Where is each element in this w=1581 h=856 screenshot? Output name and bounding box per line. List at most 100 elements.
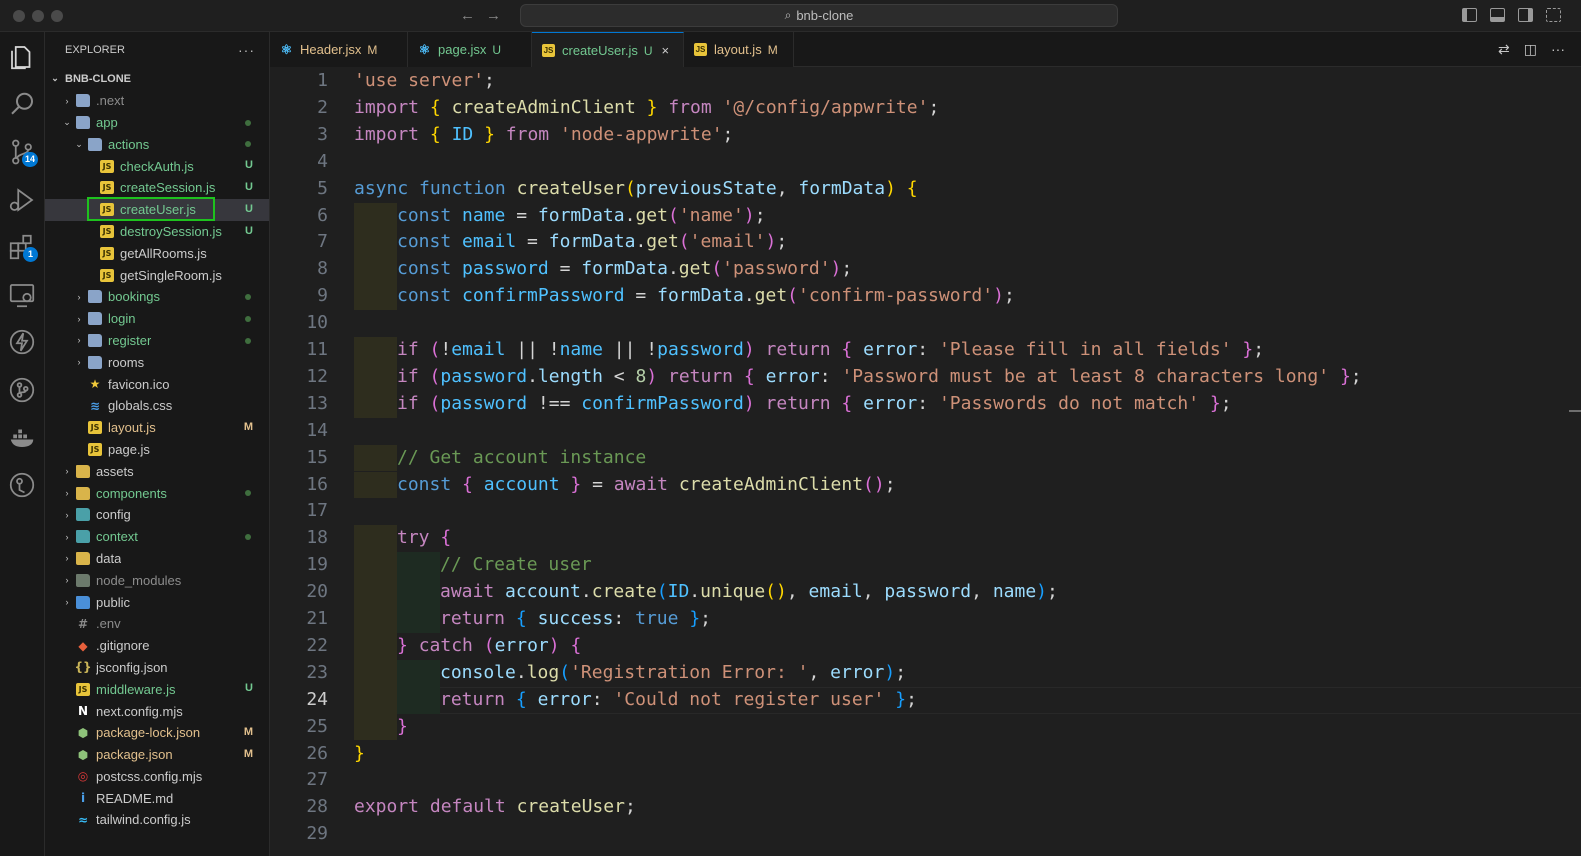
code-line[interactable]: 26}	[270, 741, 1581, 768]
tree-folder[interactable]: ⌄ actions	[45, 133, 269, 155]
code-line[interactable]: 5 async function createUser(previousState…	[270, 176, 1581, 203]
tree-file[interactable]: ◎ postcss.config.mjs	[45, 766, 269, 788]
tree-file[interactable]: JS getSingleRoom.js	[45, 264, 269, 286]
code-line[interactable]: 14	[270, 418, 1581, 445]
forward-arrow-icon[interactable]: →	[486, 7, 501, 24]
tree-folder[interactable]: › bookings	[45, 286, 269, 308]
tree-file[interactable]: JS destroySession.js U	[45, 221, 269, 243]
toggle-panel-icon[interactable]	[1490, 8, 1505, 22]
close-window-button[interactable]	[13, 10, 25, 22]
command-center-search[interactable]: ⌕ bnb-clone	[520, 4, 1118, 27]
code-line[interactable]: 3 import { ID } from 'node-appwrite';	[270, 122, 1581, 149]
code-line[interactable]: 23 console.log('Registration Error: ', er…	[270, 659, 1581, 687]
code-line[interactable]: 20 await account.create(ID.unique(), emai…	[270, 579, 1581, 606]
code-token: ;	[700, 608, 711, 629]
customize-layout-icon[interactable]	[1546, 8, 1561, 22]
code-line[interactable]: 8 const password = formData.get('password…	[270, 256, 1581, 284]
line-number: 19	[306, 554, 328, 576]
code-line[interactable]: 9 const confirmPassword = formData.get('c…	[270, 283, 1581, 311]
tree-file[interactable]: JS createSession.js U	[45, 177, 269, 199]
split-editor-icon[interactable]: ◫	[1524, 41, 1537, 58]
code-line[interactable]: 16 const { account } = await createAdminC…	[270, 471, 1581, 499]
tree-folder[interactable]: › register	[45, 330, 269, 352]
code-line[interactable]: 4	[270, 149, 1581, 176]
code-line[interactable]: 12 if (password.length < 8) return { erro…	[270, 363, 1581, 391]
tree-file[interactable]: JS checkAuth.js U	[45, 155, 269, 177]
code-line[interactable]: 13 if (password !== confirmPassword) retu…	[270, 390, 1581, 418]
tree-folder[interactable]: › node_modules	[45, 569, 269, 591]
github-actions-icon[interactable]	[7, 470, 37, 500]
source-control-icon[interactable]: 14	[7, 137, 38, 167]
search-icon[interactable]	[7, 90, 37, 120]
tab-page-jsx[interactable]: ⚛ page.jsx U	[408, 32, 532, 67]
docker-icon[interactable]	[7, 422, 37, 452]
tree-folder[interactable]: › config	[45, 504, 269, 526]
code-token: 'use server'	[354, 70, 485, 91]
tree-file[interactable]: JS page.js	[45, 439, 269, 461]
more-editor-actions-icon[interactable]: ···	[1551, 41, 1565, 58]
run-debug-icon[interactable]	[7, 185, 37, 215]
tree-file[interactable]: ⬢ package-lock.json M	[45, 722, 269, 744]
code-line[interactable]: 17	[270, 498, 1581, 525]
code-line[interactable]: 22} catch (error) {	[270, 632, 1581, 660]
code-line[interactable]: 11 if (!email || !name || !password) retu…	[270, 337, 1581, 364]
tree-folder[interactable]: › login	[45, 308, 269, 330]
tree-file[interactable]: JS middleware.js U	[45, 678, 269, 700]
code-line[interactable]: 1 'use server';	[270, 68, 1581, 95]
code-editor[interactable]: 1 'use server'; 2 import { createAdminClien…	[270, 67, 1581, 856]
code-line[interactable]: 18 try {	[270, 525, 1581, 553]
tab-header-jsx[interactable]: ⚛ Header.jsx M	[270, 32, 408, 67]
back-arrow-icon[interactable]: ←	[460, 7, 475, 24]
code-line[interactable]: 27	[270, 767, 1581, 794]
tree-folder[interactable]: › context	[45, 526, 269, 548]
thunder-client-icon[interactable]	[7, 327, 37, 357]
tree-folder[interactable]: › data	[45, 548, 269, 570]
tree-folder[interactable]: › public	[45, 591, 269, 613]
zoom-window-button[interactable]	[51, 10, 63, 22]
tab-createuser-js[interactable]: JS createUser.js U ×	[532, 32, 684, 68]
code-line[interactable]: 10	[270, 310, 1581, 337]
line-number: 21	[306, 608, 328, 629]
code-line[interactable]: 7 const email = formData.get('email');	[270, 229, 1581, 257]
tree-file[interactable]: ★ favicon.ico	[45, 373, 269, 395]
tab-layout-js[interactable]: JS layout.js M	[684, 32, 794, 67]
code-line[interactable]: 21 return { success: true };	[270, 606, 1581, 633]
tree-folder[interactable]: ⌄ app	[45, 112, 269, 134]
code-line[interactable]: 19 // Create user	[270, 552, 1581, 580]
explorer-icon[interactable]	[7, 42, 37, 72]
tree-file[interactable]: ◆ .gitignore	[45, 635, 269, 657]
code-line[interactable]: 25}	[270, 713, 1581, 741]
code-token: !	[440, 339, 452, 360]
extensions-icon[interactable]: 1	[7, 232, 38, 262]
tree-file[interactable]: {} jsconfig.json	[45, 657, 269, 679]
code-line[interactable]: 2 import { createAdminClient } from '@/co…	[270, 95, 1581, 122]
tree-file[interactable]: ⬢ package.json M	[45, 744, 269, 766]
close-tab-icon[interactable]: ×	[662, 43, 670, 58]
git-graph-icon[interactable]	[7, 375, 37, 405]
code-line[interactable]: 6 const name = formData.get('name');	[270, 202, 1581, 230]
tree-file[interactable]: JS getAllRooms.js	[45, 242, 269, 264]
tree-file[interactable]: i README.md	[45, 787, 269, 809]
code-line[interactable]: 24 return { error: 'Could not register us…	[270, 686, 1581, 714]
tree-file[interactable]: ≈ tailwind.config.js	[45, 809, 269, 831]
code-line[interactable]: 15 // Get account instance	[270, 444, 1581, 472]
more-actions-icon[interactable]: ···	[238, 42, 255, 58]
tree-folder[interactable]: › .next	[45, 90, 269, 112]
project-root-folder[interactable]: ⌄ BNB-CLONE	[45, 68, 269, 90]
open-changes-icon[interactable]: ⇄	[1498, 41, 1510, 58]
toggle-secondary-sidebar-icon[interactable]	[1518, 8, 1533, 22]
tree-file[interactable]: JS layout.js M	[45, 417, 269, 439]
tree-item-label: getAllRooms.js	[120, 245, 207, 261]
tree-folder[interactable]: › rooms	[45, 351, 269, 373]
tree-file[interactable]: ≋ globals.css	[45, 395, 269, 417]
toggle-primary-sidebar-icon[interactable]	[1462, 8, 1477, 22]
remote-explorer-icon[interactable]	[7, 280, 37, 310]
tree-folder[interactable]: › components	[45, 482, 269, 504]
tree-file[interactable]: # .env	[45, 613, 269, 635]
code-line[interactable]: 29	[270, 821, 1581, 848]
tree-folder[interactable]: › assets	[45, 460, 269, 482]
tree-file[interactable]: Nnext.config.mjs	[45, 700, 269, 722]
minimize-window-button[interactable]	[32, 10, 44, 22]
code-line[interactable]: 28 export default createUser;	[270, 794, 1581, 821]
